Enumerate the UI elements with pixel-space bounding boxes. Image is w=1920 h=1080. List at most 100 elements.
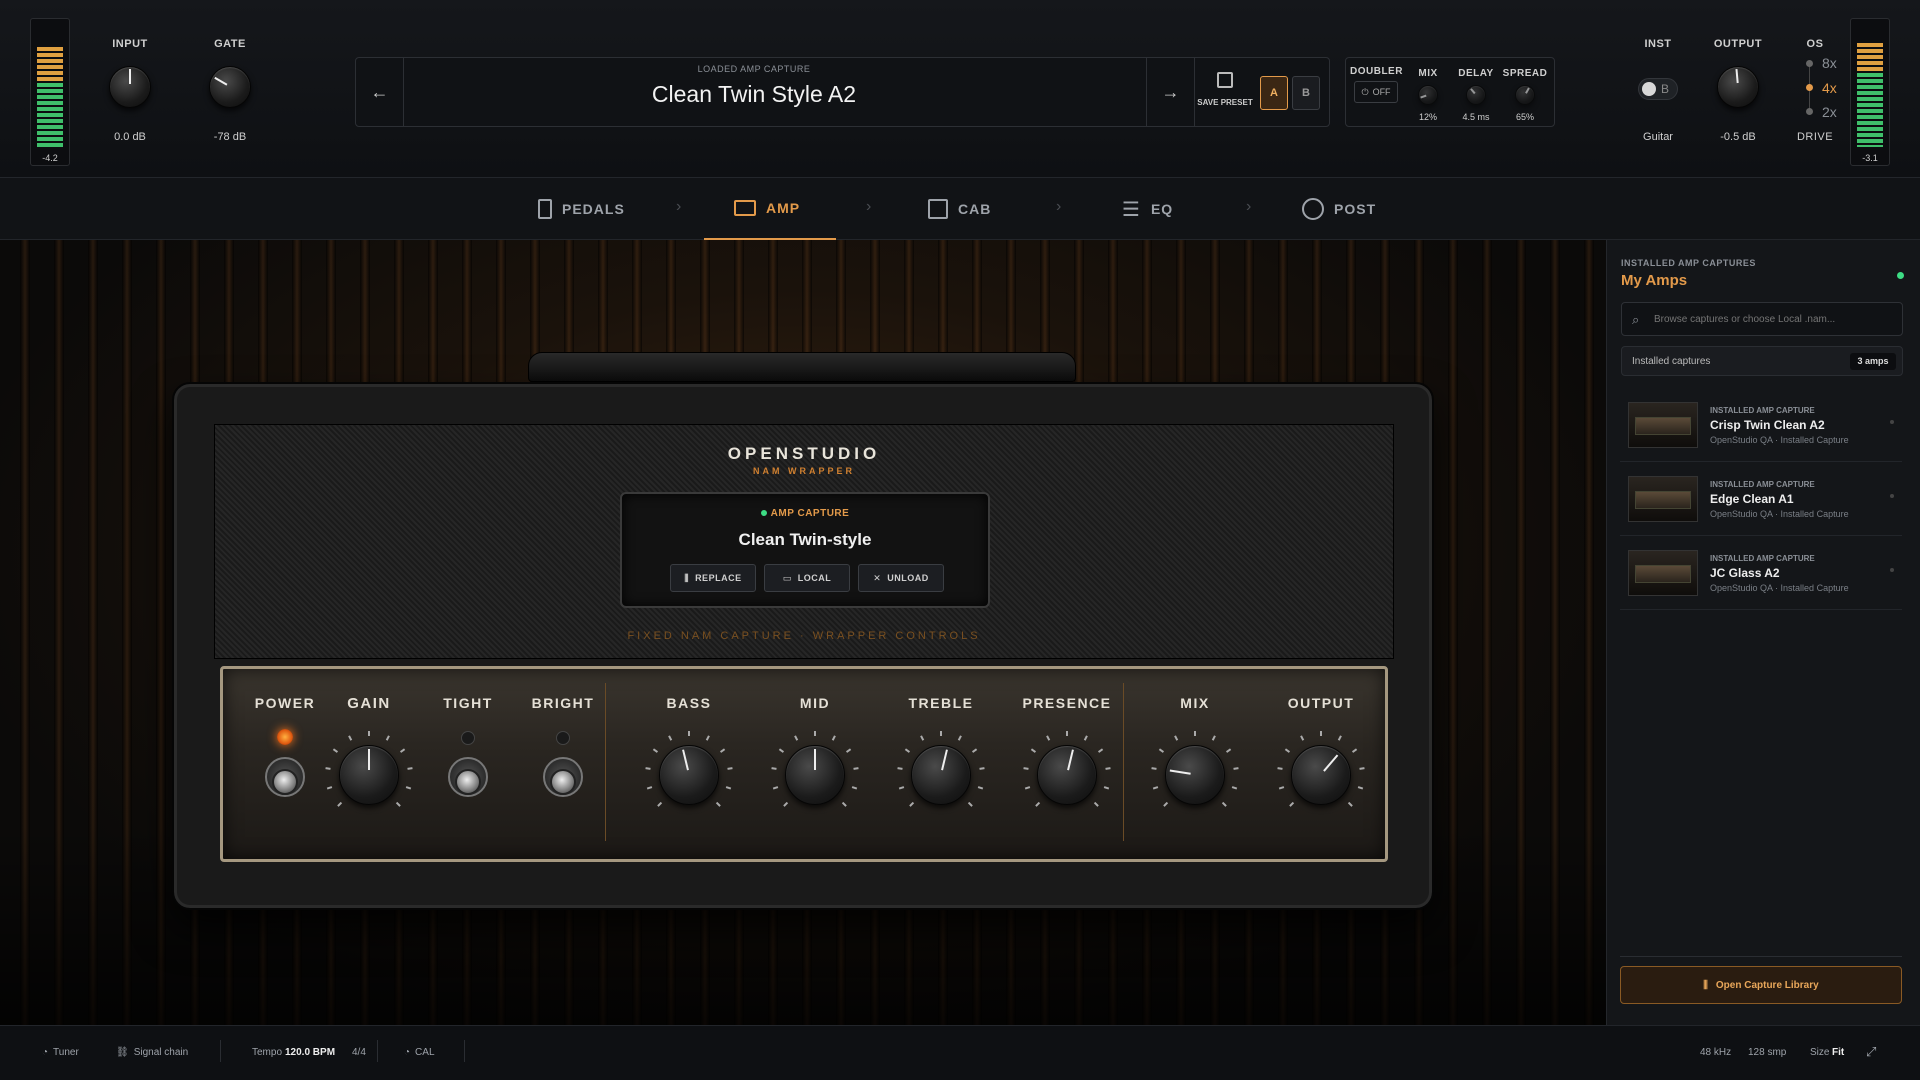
bright-lamp <box>556 731 570 745</box>
output-label: OUTPUT <box>1713 38 1763 50</box>
treble-knob-assembly <box>897 731 985 819</box>
inst-toggle[interactable]: B <box>1638 78 1678 100</box>
knob-tick <box>841 801 847 807</box>
search-icon: ⌕ <box>1632 312 1640 327</box>
capture-item-meta: OpenStudio QA · Installed Capture <box>1710 583 1849 593</box>
doubler-mix-knob[interactable] <box>1418 85 1438 105</box>
local-label: LOCAL <box>797 573 832 583</box>
tuner-button[interactable]: ◔ Tuner <box>42 1047 79 1058</box>
doubler-power-button[interactable]: ⏻ OFF <box>1354 81 1398 103</box>
os-option-4x[interactable]: 4x <box>1822 80 1837 96</box>
knob-tick <box>1046 735 1051 741</box>
save-icon <box>1217 72 1233 88</box>
time-signature[interactable]: 4/4 <box>352 1047 366 1058</box>
mix-knob[interactable] <box>1165 745 1225 805</box>
top-bar: -4.2 INPUT 0.0 dB GATE -78 dB ← LOADED A… <box>0 0 1920 178</box>
slot-a-button[interactable]: A <box>1260 76 1288 110</box>
knob-tick <box>1337 735 1342 741</box>
sample-rate: 48 kHz <box>1700 1047 1732 1058</box>
search-box[interactable]: ⌕ <box>1621 302 1903 336</box>
knob-tick <box>772 786 779 790</box>
capture-item-name: Edge Clean A1 <box>1710 492 1794 506</box>
status-bar: ◔ Tuner ⛓ Signal chain Tempo 120.0 BPM 4/4… <box>0 1025 1920 1080</box>
open-capture-library-button[interactable]: ⫼ Open Capture Library <box>1620 966 1902 1004</box>
knob-tick <box>1359 767 1365 770</box>
tab-post[interactable]: POST <box>1302 178 1402 240</box>
local-capture-button[interactable]: ▭ LOCAL <box>764 564 850 592</box>
capture-list-item[interactable]: INSTALLED AMP CAPTURE JC Glass A2 OpenStud… <box>1620 538 1902 610</box>
treble-knob[interactable] <box>911 745 971 805</box>
capture-list-item[interactable]: INSTALLED AMP CAPTURE Edge Clean A1 OpenSt… <box>1620 464 1902 536</box>
tab-cab[interactable]: CAB <box>928 178 1038 240</box>
capture-item-name: Crisp Twin Clean A2 <box>1710 418 1825 432</box>
doubler-mix-label: MIX <box>1418 68 1438 79</box>
tab-amp[interactable]: AMP <box>704 178 836 240</box>
knob-tick <box>727 767 733 770</box>
knob-tick <box>1083 735 1088 741</box>
capture-list-item[interactable]: INSTALLED AMP CAPTURE Crisp Twin Clean A2… <box>1620 390 1902 462</box>
knob-tick <box>368 731 370 736</box>
size-value[interactable]: Fit <box>1832 1047 1844 1058</box>
knob-tick <box>1231 786 1238 790</box>
cab-icon <box>928 199 948 219</box>
bass-knob[interactable] <box>659 745 719 805</box>
amp-handle <box>528 352 1076 382</box>
inst-label: INST <box>1644 38 1672 50</box>
presence-knob[interactable] <box>1037 745 1097 805</box>
amp-stage: OPENSTUDIO NAM WRAPPER AMP CAPTURE Clean… <box>0 240 1606 1025</box>
knob-tick <box>1066 731 1068 736</box>
output-knob[interactable] <box>1717 66 1759 108</box>
search-input[interactable] <box>1654 309 1894 329</box>
installed-filter[interactable]: Installed captures 3 amps <box>1621 346 1903 376</box>
replace-capture-button[interactable]: ⫼ REPLACE <box>670 564 756 592</box>
tab-pedals[interactable]: PEDALS <box>538 178 658 240</box>
signal-chain-button[interactable]: ⛓ Signal chain <box>116 1047 188 1058</box>
knob-tick <box>1105 767 1111 770</box>
bright-switch[interactable] <box>543 757 583 797</box>
signal-chain-label: Signal chain <box>133 1047 189 1058</box>
unload-capture-button[interactable]: ✕ UNLOAD <box>858 564 944 592</box>
knob-tick <box>1277 767 1283 770</box>
knob-tick <box>705 735 710 741</box>
mix-label: MIX <box>1180 695 1210 711</box>
prev-preset-button[interactable]: ← <box>356 58 404 126</box>
os-option-8x[interactable]: 8x <box>1822 55 1837 71</box>
sidebar-title: My Amps <box>1621 272 1688 289</box>
slot-b-button[interactable]: B <box>1292 76 1320 110</box>
tight-switch[interactable] <box>448 757 488 797</box>
power-icon: ⏻ <box>1361 86 1369 97</box>
doubler-delay-label: DELAY <box>1458 68 1494 79</box>
knob-tick <box>399 748 406 753</box>
output-knob[interactable] <box>1291 745 1351 805</box>
tempo-value[interactable]: 120.0 BPM <box>285 1047 335 1058</box>
knob-tick <box>657 801 663 807</box>
doubler-spread-knob[interactable] <box>1515 85 1535 105</box>
output-value: -0.5 dB <box>1720 131 1756 143</box>
knob-tick <box>332 748 339 753</box>
cal-button[interactable]: ◔ CAL <box>404 1047 435 1058</box>
save-preset-button[interactable]: SAVE PRESET <box>1194 58 1254 126</box>
knob-tick <box>794 735 799 741</box>
next-preset-button[interactable]: → <box>1146 58 1194 126</box>
capture-item-dot <box>1890 494 1894 498</box>
capture-item-meta: OpenStudio QA · Installed Capture <box>1710 509 1849 519</box>
input-knob[interactable] <box>109 66 151 108</box>
power-switch[interactable] <box>265 757 305 797</box>
doubler-spread-label: SPREAD <box>1502 68 1548 79</box>
os-option-2x[interactable]: 2x <box>1822 104 1837 120</box>
knob-tick <box>1300 735 1305 741</box>
gain-knob[interactable] <box>339 745 399 805</box>
mid-knob[interactable] <box>785 745 845 805</box>
gain-knob-assembly <box>325 731 413 819</box>
gate-knob[interactable] <box>209 66 251 108</box>
knob-tick <box>1225 748 1232 753</box>
knob-tick <box>395 801 401 807</box>
knob-tick <box>845 748 852 753</box>
knob-tick <box>1163 801 1169 807</box>
knob-tick <box>1103 786 1110 790</box>
tab-eq[interactable]: ☰ EQ <box>1122 178 1222 240</box>
gate-value: -78 dB <box>213 131 247 143</box>
fullscreen-icon[interactable]: ⤢ <box>1866 1044 1876 1060</box>
doubler-delay-knob[interactable] <box>1466 85 1486 105</box>
doubler-power-state: OFF <box>1372 87 1391 97</box>
